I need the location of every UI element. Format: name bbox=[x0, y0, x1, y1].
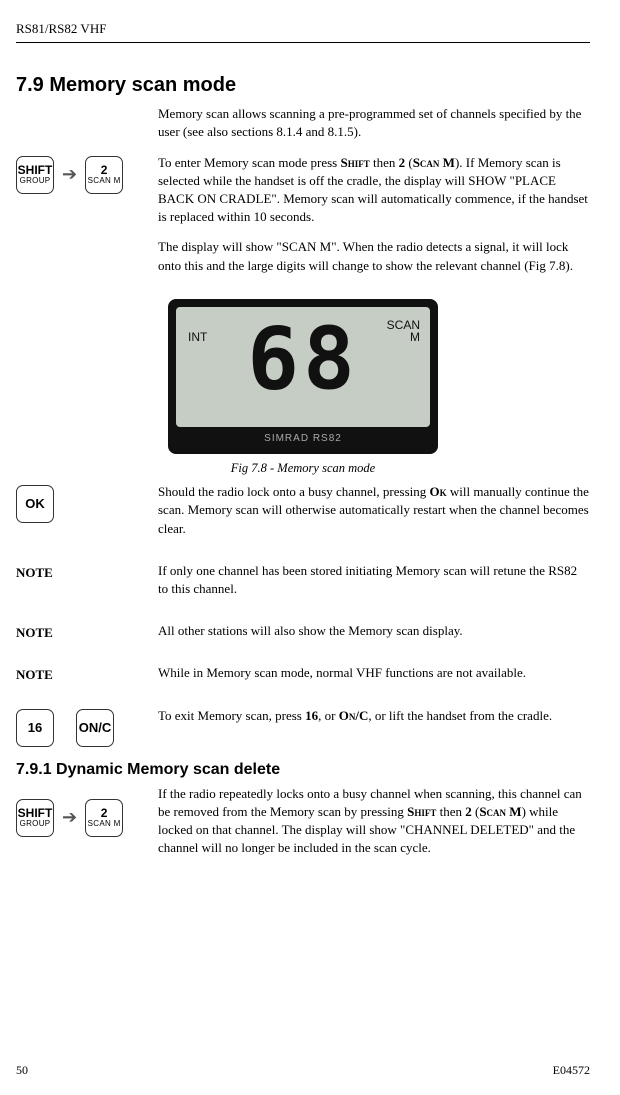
lcd-channel-digits: 68 bbox=[247, 307, 359, 420]
device-brand-label: SIMRAD RS82 bbox=[176, 427, 430, 452]
arrow-right-icon: ➔ bbox=[60, 162, 79, 187]
subsection-title: 7.9.1 Dynamic Memory scan delete bbox=[16, 759, 590, 781]
doc-code: E04572 bbox=[553, 1062, 590, 1079]
intro-paragraph: Memory scan allows scanning a pre-progra… bbox=[158, 105, 590, 141]
note-3: While in Memory scan mode, normal VHF fu… bbox=[158, 664, 590, 682]
exit-paragraph: To exit Memory scan, press 16, or On/C, … bbox=[158, 707, 590, 725]
note-2: All other stations will also show the Me… bbox=[158, 622, 590, 640]
note-label-2: NOTE bbox=[16, 622, 158, 642]
display-scanm-paragraph: The display will show "SCAN M". When the… bbox=[158, 238, 590, 274]
shift-key-icon-2: SHIFT GROUP bbox=[16, 799, 54, 837]
lcd-screen: INT SCAN M 68 bbox=[176, 307, 430, 427]
note-1: If only one channel has been stored init… bbox=[158, 562, 590, 598]
note-label-1: NOTE bbox=[16, 562, 158, 582]
ok-paragraph: Should the radio lock onto a busy channe… bbox=[158, 483, 590, 538]
lcd-scan-label: SCAN M bbox=[387, 319, 420, 344]
two-key-icon: 2 SCAN M bbox=[85, 156, 123, 194]
section-title: 7.9 Memory scan mode bbox=[16, 71, 590, 99]
key-sequence-shift-2-b: SHIFT GROUP ➔ 2 SCAN M bbox=[16, 785, 158, 837]
shift-key-icon: SHIFT GROUP bbox=[16, 156, 54, 194]
header-rule bbox=[16, 42, 590, 43]
dynamic-delete-paragraph: If the radio repeatedly locks onto a bus… bbox=[158, 785, 590, 858]
header-model: RS81/RS82 VHF bbox=[16, 20, 590, 38]
figure-7-8: INT SCAN M 68 SIMRAD RS82 Fig 7.8 - Memo… bbox=[16, 299, 590, 478]
two-key-icon-2: 2 SCAN M bbox=[85, 799, 123, 837]
note-label-3: NOTE bbox=[16, 664, 158, 684]
lcd-int-label: INT bbox=[188, 329, 207, 346]
sixteen-key-icon: 16 bbox=[16, 709, 54, 747]
figure-caption: Fig 7.8 - Memory scan mode bbox=[16, 460, 590, 478]
key-sequence-shift-2: SHIFT GROUP ➔ 2 SCAN M bbox=[16, 154, 158, 194]
page-number: 50 bbox=[16, 1062, 28, 1079]
exit-keys-margin: 16 ON/C bbox=[16, 707, 158, 747]
ok-key-margin: OK bbox=[16, 483, 158, 523]
onc-key-icon: ON/C bbox=[76, 709, 114, 747]
ok-key-icon: OK bbox=[16, 485, 54, 523]
device-frame: INT SCAN M 68 SIMRAD RS82 bbox=[168, 299, 438, 454]
enter-memory-paragraph: To enter Memory scan mode press Shift th… bbox=[158, 154, 590, 227]
arrow-right-icon-2: ➔ bbox=[60, 805, 79, 830]
